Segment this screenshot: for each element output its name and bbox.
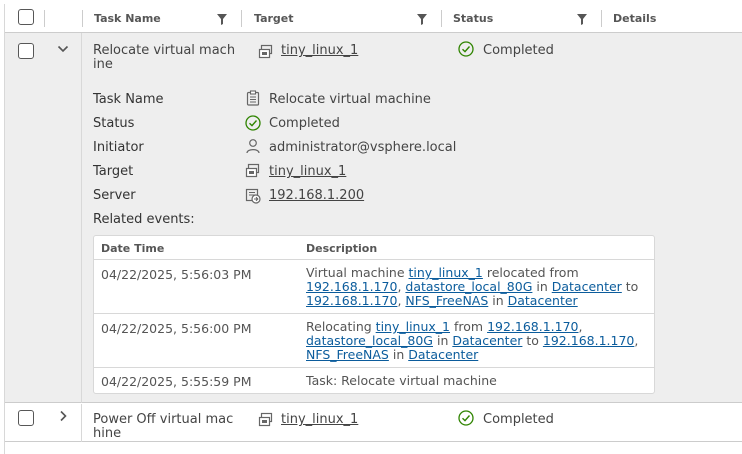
desc-text: Virtual machine [306,265,409,280]
detail-label-target: Target [93,164,134,179]
desc-text: Relocating [306,319,376,334]
task-grid: Task Name Target Status Details Relocate… [4,4,742,454]
status-text: Completed [483,43,554,58]
status-text: Completed [483,412,554,427]
detail-value-initiator: administrator@vsphere.local [269,140,457,155]
event-row: 04/22/2025, 5:55:59 PM Task: Relocate vi… [94,368,654,393]
datacenter-link[interactable]: Datacenter [408,347,478,362]
desc-text: in [488,293,508,308]
task-row[interactable]: Power Off virtual mac hine tiny_linux_1 … [5,404,742,442]
grid-header: Task Name Target Status Details [5,4,742,33]
related-events-label: Related events: [93,212,195,227]
events-header: Date Time Description [94,236,654,260]
host-link[interactable]: 192.168.1.170 [543,333,634,348]
desc-text: , [578,319,583,334]
desc-text: to [621,279,639,294]
user-icon [245,138,261,154]
column-header-status[interactable]: Status [453,4,493,33]
event-datetime: 04/22/2025, 5:56:00 PM [101,321,252,336]
vm-icon [245,163,261,179]
datacenter-link[interactable]: Datacenter [508,293,578,308]
event-datetime: 04/22/2025, 5:56:03 PM [101,267,252,282]
header-separator[interactable] [44,10,45,27]
event-row: 04/22/2025, 5:56:03 PM Virtual machine t… [94,260,654,314]
check-circle-icon [458,41,474,57]
header-separator[interactable] [241,10,242,27]
header-separator[interactable] [82,10,83,27]
filter-icon[interactable] [577,14,587,25]
host-link[interactable]: 192.168.1.170 [306,293,397,308]
vm-link[interactable]: tiny_linux_1 [376,319,450,334]
select-all-checkbox[interactable] [18,9,34,25]
desc-text: to [522,333,543,348]
detail-server-link[interactable]: 192.168.1.200 [269,188,364,203]
column-header-description[interactable]: Description [306,242,377,255]
detail-label-server: Server [93,188,136,203]
desc-text: in [388,347,409,362]
event-datetime: 04/22/2025, 5:55:59 PM [101,374,252,389]
desc-text: in [532,279,552,294]
datastore-link[interactable]: NFS_FreeNAS [405,293,488,308]
task-name-line1: Power Off virtual mac [93,412,234,427]
desc-text: relocated from [482,265,579,280]
desc-text: , [634,333,639,348]
event-description: Virtual machine tiny_linux_1 relocated f… [306,266,651,308]
desc-text: from [450,319,488,334]
task-name-line1: Relocate virtual mach [93,43,236,58]
collapse-chevron-icon[interactable] [56,42,70,56]
column-header-task-name[interactable]: Task Name [94,4,161,33]
host-link[interactable]: 192.168.1.170 [487,319,578,334]
detail-target-link[interactable]: tiny_linux_1 [269,164,346,179]
row-indent-line [81,404,82,442]
vm-link[interactable]: tiny_linux_1 [409,265,483,280]
column-header-target[interactable]: Target [254,4,294,33]
event-row: 04/22/2025, 5:56:00 PM Relocating tiny_l… [94,314,654,368]
target-link[interactable]: tiny_linux_1 [281,413,358,427]
detail-value-task-name: Relocate virtual machine [269,92,431,107]
related-events-table: Date Time Description 04/22/2025, 5:56:0… [93,235,655,394]
detail-label-initiator: Initiator [93,140,144,155]
task-name-line2: hine [93,426,122,441]
datastore-link[interactable]: datastore_local_80G [306,333,433,348]
task-row-expanded[interactable]: Relocate virtual mach ine tiny_linux_1 C… [5,33,742,403]
header-separator[interactable] [441,10,442,27]
vm-icon [258,44,274,60]
clipboard-icon [245,90,261,106]
vm-icon [258,412,274,428]
datacenter-link[interactable]: Datacenter [452,333,522,348]
vcenter-server-icon [245,188,261,204]
detail-label-status: Status [93,116,135,131]
filter-icon[interactable] [417,14,427,25]
detail-value-status: Completed [269,116,340,131]
column-header-date-time[interactable]: Date Time [101,242,164,255]
event-description: Task: Relocate virtual machine [306,373,497,388]
check-circle-icon [245,115,261,131]
row-checkbox[interactable] [18,410,34,426]
header-separator[interactable] [601,10,602,27]
desc-text: in [433,333,453,348]
expand-chevron-icon[interactable] [56,409,70,423]
event-description: Relocating tiny_linux_1 from 192.168.1.1… [306,320,651,362]
task-name-line2: ine [93,57,113,72]
datastore-link[interactable]: datastore_local_80G [405,279,532,294]
filter-icon[interactable] [217,14,227,25]
host-link[interactable]: 192.168.1.170 [306,279,397,294]
row-checkbox[interactable] [18,43,34,59]
detail-label-task-name: Task Name [93,92,164,107]
detail-indent-line [81,33,82,403]
target-link[interactable]: tiny_linux_1 [281,44,358,58]
check-circle-icon [458,410,474,426]
column-header-details[interactable]: Details [613,4,656,33]
datacenter-link[interactable]: Datacenter [552,279,622,294]
datastore-link[interactable]: NFS_FreeNAS [306,347,389,362]
